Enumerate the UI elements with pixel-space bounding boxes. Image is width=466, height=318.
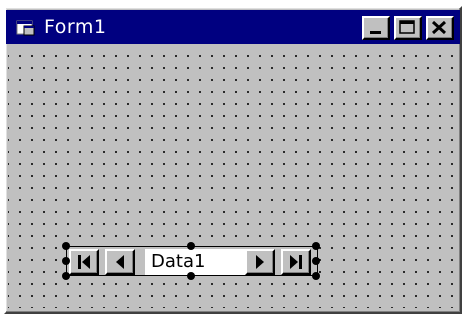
first-record-button[interactable] — [69, 249, 99, 275]
previous-record-button[interactable] — [105, 249, 135, 275]
data-caption: Data1 — [151, 251, 206, 272]
resize-handle-bottom-left[interactable] — [62, 272, 70, 280]
next-record-icon — [256, 255, 264, 269]
next-record-button[interactable] — [245, 249, 275, 275]
title-bar[interactable]: Form1 — [6, 10, 460, 44]
data-control[interactable]: Data1 — [62, 242, 320, 280]
resize-handle-top-right[interactable] — [312, 242, 320, 250]
minimize-button[interactable] — [362, 16, 390, 40]
resize-handle-left[interactable] — [62, 257, 70, 265]
close-icon — [431, 20, 447, 35]
minimize-icon — [370, 31, 381, 34]
resize-handle-top-left[interactable] — [62, 242, 70, 250]
maximize-button[interactable] — [394, 16, 422, 40]
resize-handle-bottom[interactable] — [187, 272, 195, 280]
first-record-icon — [78, 255, 90, 269]
resize-handle-right[interactable] — [312, 257, 320, 265]
last-record-button[interactable] — [281, 249, 311, 275]
close-button[interactable] — [426, 16, 454, 40]
maximize-icon — [399, 20, 415, 34]
resize-handle-top[interactable] — [187, 242, 195, 250]
last-record-icon — [290, 255, 302, 269]
resize-handle-bottom-right[interactable] — [312, 272, 320, 280]
previous-record-icon — [116, 255, 124, 269]
form-icon[interactable] — [16, 19, 36, 37]
window-title: Form1 — [44, 16, 107, 38]
data-caption-box: Data1 — [145, 249, 245, 275]
